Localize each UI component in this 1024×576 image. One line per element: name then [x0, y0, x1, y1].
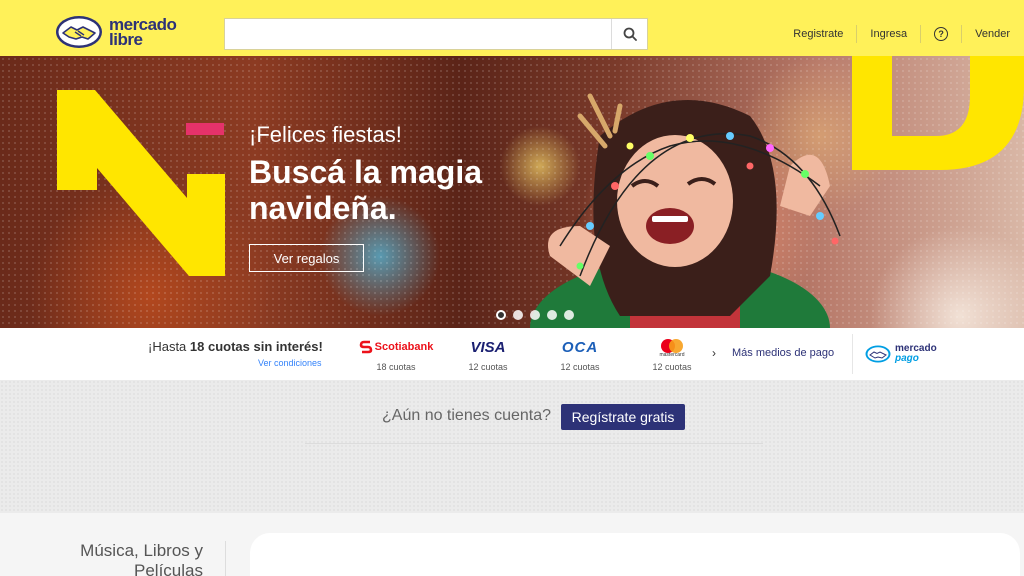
category-divider [225, 541, 226, 576]
payment-methods-strip: ¡Hasta 18 cuotas sin interés! Ver condic… [0, 328, 1024, 380]
hero-subtitle: ¡Felices fiestas! [249, 122, 402, 147]
cuotas-headline: ¡Hasta 18 cuotas sin interés! [148, 339, 323, 354]
mercadopago-wordmark: mercado pago [895, 344, 937, 364]
visa-logo: VISA [448, 338, 528, 356]
scotiabank-card[interactable]: Scotiabank 18 cuotas [356, 338, 436, 372]
mastercard-circles-icon [661, 338, 683, 353]
scotiabank-s-icon [359, 340, 372, 354]
mas-medios-label: Más medios de pago [732, 347, 835, 359]
carousel-dot[interactable] [564, 310, 574, 320]
search-button[interactable] [611, 19, 647, 49]
carousel-dots [496, 310, 574, 320]
oca-card[interactable]: OCA 12 cuotas [540, 338, 620, 373]
visa-name: VISA [470, 338, 506, 356]
register-divider [305, 443, 763, 444]
search-icon [623, 27, 637, 41]
card-cuotas: 18 cuotas [376, 362, 416, 372]
help-button[interactable]: ? [920, 25, 961, 43]
mercadopago-handshake-icon [865, 345, 891, 363]
cuotas-headline-pre: ¡Hasta [148, 339, 190, 354]
mastercard-card[interactable]: mastercard 12 cuotas [632, 338, 712, 372]
ver-regalos-button[interactable]: Ver regalos [249, 244, 364, 272]
category-section: Música, Libros y Películas [0, 513, 1024, 576]
mastercard-name: mastercard [659, 351, 685, 358]
mastercard-logo: mastercard [632, 338, 712, 358]
yellow-d-graphic [852, 56, 1024, 170]
search-input[interactable] [225, 19, 611, 49]
carousel-dot[interactable] [547, 310, 557, 320]
header-nav: Registrate Ingresa ? Vender [780, 24, 1024, 44]
registrate-gratis-button[interactable]: Regístrate gratis [561, 404, 685, 430]
search-bar [224, 18, 648, 50]
register-band: ¿Aún no tienes cuenta? Regístrate gratis [0, 380, 1024, 513]
sell-link[interactable]: Vender [961, 25, 1024, 43]
card-cuotas: 12 cuotas [652, 362, 692, 372]
login-link[interactable]: Ingresa [856, 25, 920, 43]
card-cuotas: 12 cuotas [560, 362, 600, 372]
mercadolibre-logo[interactable]: mercado libre [55, 14, 187, 50]
mas-medios-link[interactable]: › Más medios de pago [712, 346, 834, 360]
carousel-dot[interactable] [513, 310, 523, 320]
hero-banner[interactable]: ¡Felices fiestas! Buscá la magia navideñ… [0, 56, 1024, 328]
card-cuotas: 12 cuotas [468, 362, 508, 372]
top-header: mercado libre Registrate Ingresa ? Vende… [0, 0, 1024, 56]
logo-line2: libre [109, 30, 143, 49]
category-content-card [250, 533, 1020, 576]
scotiabank-name: Scotiabank [374, 341, 434, 353]
mp-line2: pago [895, 353, 919, 364]
carousel-dot[interactable] [530, 310, 540, 320]
hero-girl-image [530, 93, 841, 328]
handshake-logo-icon [55, 15, 103, 49]
oca-name: OCA [561, 338, 599, 356]
visa-card[interactable]: VISA 12 cuotas [448, 338, 528, 373]
hero-title: Buscá la magia navideña. [249, 154, 482, 226]
logo-wordmark: mercado libre [109, 16, 177, 49]
ver-condiciones-link[interactable]: Ver condiciones [258, 358, 322, 368]
scotiabank-logo: Scotiabank [356, 338, 436, 356]
chevron-right-icon: › [712, 346, 716, 360]
pink-accent-bar [186, 123, 224, 135]
carousel-dot[interactable] [496, 310, 506, 320]
category-title[interactable]: Música, Libros y Películas [33, 541, 203, 576]
register-link[interactable]: Registrate [780, 25, 856, 43]
yellow-n-graphic [57, 90, 225, 276]
mercadopago-logo[interactable]: mercado pago [852, 334, 937, 374]
oca-logo: OCA [540, 338, 620, 356]
register-question: ¿Aún no tienes cuenta? [382, 407, 552, 424]
help-icon: ? [934, 27, 949, 41]
cuotas-headline-bold: 18 cuotas sin interés! [189, 339, 323, 354]
